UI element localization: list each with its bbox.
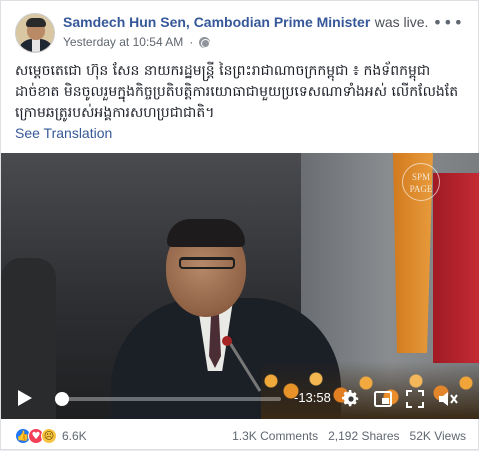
red-flag — [433, 173, 479, 363]
post-meta: Yesterday at 10:54 AM · — [63, 35, 211, 49]
speaker-glasses — [179, 257, 235, 269]
picture-in-picture-icon[interactable] — [373, 389, 393, 409]
post-header: Samdech Hun Sen, Cambodian Prime Ministe… — [15, 11, 464, 55]
author-line: Samdech Hun Sen, Cambodian Prime Ministe… — [63, 14, 428, 31]
play-icon[interactable] — [17, 389, 33, 407]
engagement-stats: 1.3K Comments 2,192 Shares 52K Views — [232, 429, 466, 443]
post-timestamp[interactable]: Yesterday at 10:54 AM — [63, 35, 183, 49]
reaction-count: 6.6K — [62, 429, 87, 443]
microphone-head — [222, 336, 232, 346]
video-player[interactable]: SPM PAGE -13:58 — [1, 153, 479, 419]
globe-icon — [199, 36, 211, 48]
post-text: សម្តេចតេជោ ហ៊ុន សែន នាយករដ្ឋមន្ត្រី នៃព្… — [15, 63, 459, 121]
speaker-hair — [167, 219, 245, 247]
progress-scrubber-handle[interactable] — [55, 392, 69, 406]
live-status: was live. — [374, 14, 429, 30]
author-name-link[interactable]: Samdech Hun Sen, Cambodian Prime Ministe… — [63, 14, 370, 30]
live-video-post: Samdech Hun Sen, Cambodian Prime Ministe… — [0, 0, 479, 450]
see-translation-link[interactable]: See Translation — [15, 125, 112, 141]
remaining-time: -13:58 — [294, 390, 331, 405]
video-controls: -13:58 — [1, 379, 479, 419]
more-options-icon[interactable]: ••• — [433, 13, 464, 32]
post-footer: 👍 ♥ ☹ 6.6K 1.3K Comments 2,192 Shares 52… — [1, 419, 479, 451]
meta-separator: · — [189, 35, 194, 49]
gear-icon[interactable] — [341, 389, 361, 409]
shares-count-link[interactable]: 2,192 Shares — [328, 429, 399, 443]
fullscreen-icon[interactable] — [405, 389, 425, 409]
reactions-summary[interactable]: 👍 ♥ ☹ 6.6K — [15, 428, 87, 444]
volume-icon[interactable] — [437, 389, 459, 409]
channel-watermark-logo: SPM PAGE — [402, 163, 440, 201]
progress-bar[interactable] — [61, 397, 281, 401]
sad-reaction-icon: ☹ — [41, 428, 57, 444]
author-avatar[interactable] — [15, 13, 55, 53]
views-count: 52K Views — [409, 429, 466, 443]
comments-count-link[interactable]: 1.3K Comments — [232, 429, 318, 443]
